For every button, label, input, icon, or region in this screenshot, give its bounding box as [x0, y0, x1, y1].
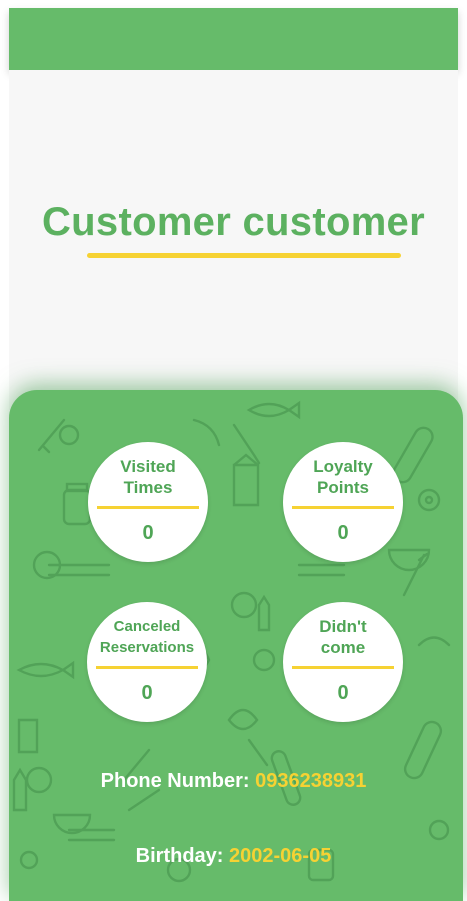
phone-number-row: Phone Number: 0936238931 [0, 770, 467, 793]
stat-label: Didn't come [319, 617, 367, 657]
birthday-row: Birthday: 2002-06-05 [0, 845, 467, 868]
canceled-reservations-stat: Canceled Reservations 0 [87, 602, 207, 722]
birthday-value: 2002-06-05 [229, 845, 332, 867]
stat-value: 0 [337, 682, 349, 704]
title-underline [87, 253, 401, 258]
stat-divider [97, 506, 199, 509]
stat-label: Canceled Reservations [99, 618, 195, 656]
stat-divider [292, 506, 394, 509]
loyalty-points-stat: Loyalty Points 0 [283, 442, 403, 562]
stat-divider [96, 666, 198, 669]
app-bar [9, 8, 458, 70]
stat-value: 0 [141, 682, 153, 704]
stat-value: 0 [337, 522, 349, 544]
visited-times-stat: Visited Times 0 [88, 442, 208, 562]
phone-number-value: 0936238931 [255, 770, 367, 792]
customer-name-title: Customer customer [42, 200, 425, 244]
stat-label: Loyalty Points [313, 457, 373, 497]
stat-divider [292, 666, 394, 669]
stat-value: 0 [142, 522, 154, 544]
stats-panel: Visited Times 0 Loyalty Points 0 Cancele… [9, 390, 463, 901]
phone-number-label: Phone Number: [100, 770, 250, 792]
didnt-come-stat: Didn't come 0 [283, 602, 403, 722]
stat-label: Visited Times [120, 457, 176, 497]
birthday-label: Birthday: [135, 845, 224, 867]
